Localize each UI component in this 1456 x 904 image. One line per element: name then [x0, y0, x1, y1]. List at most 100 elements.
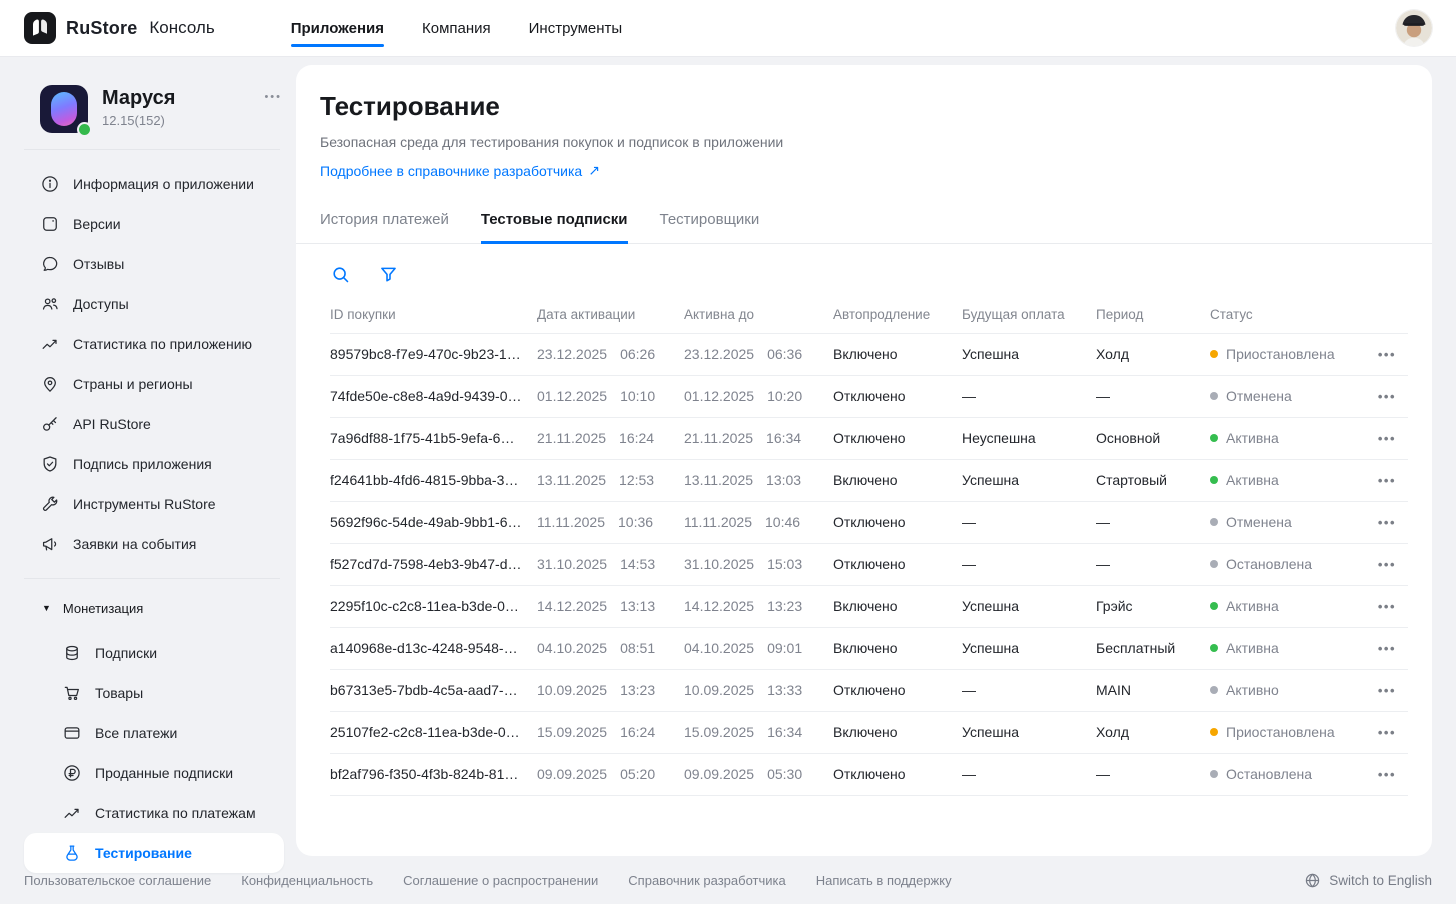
auto-renewal: Включено	[833, 472, 962, 488]
sidebar-item-label: Заявки на события	[73, 536, 196, 552]
table-row[interactable]: f527cd7d-7598-4eb3-9b47-d… 31.10.202514:…	[330, 544, 1408, 586]
sidebar-item-payment-stats[interactable]: Статистика по платежам	[24, 793, 284, 833]
period: Холд	[1096, 346, 1210, 362]
tab[interactable]: Тестировщики	[660, 201, 760, 244]
sidebar-item-access[interactable]: Доступы	[24, 284, 284, 324]
activation-date: 10.09.202513:23	[537, 682, 684, 698]
sidebar-item-label: Инструменты RuStore	[73, 496, 216, 512]
sidebar-item-cart[interactable]: Товары	[24, 673, 284, 713]
sidebar-item-label: Все платежи	[95, 725, 177, 741]
active-until-date: 21.11.202516:34	[684, 430, 833, 446]
sidebar-item-ruble[interactable]: Проданные подписки	[24, 753, 284, 793]
activation-date: 31.10.202514:53	[537, 556, 684, 572]
sidebar-item-subscriptions[interactable]: Подписки	[24, 633, 284, 673]
row-actions-button[interactable]: •••	[1376, 553, 1398, 576]
monetization-section-toggle[interactable]: ▼ Монетизация	[24, 589, 284, 627]
table-row[interactable]: a140968e-d13c-4248-9548-… 04.10.202508:5…	[330, 628, 1408, 670]
table-row[interactable]: 74fde50e-c8e8-4a9d-9439-0… 01.12.202510:…	[330, 376, 1408, 418]
sidebar-item-shield-check[interactable]: Подпись приложения	[24, 444, 284, 484]
sidebar-item-wrench[interactable]: Инструменты RuStore	[24, 484, 284, 524]
activation-date: 23.12.202506:26	[537, 346, 684, 362]
sidebar-item-key[interactable]: API RuStore	[24, 404, 284, 444]
row-actions-button[interactable]: •••	[1376, 595, 1398, 618]
table-row[interactable]: 5692f96c-54de-49ab-9bb1-6… 11.11.202510:…	[330, 502, 1408, 544]
row-actions-button[interactable]: •••	[1376, 679, 1398, 702]
status-dot	[1210, 392, 1218, 400]
table-row[interactable]: 25107fe2-c2c8-11ea-b3de-0… 15.09.202516:…	[330, 712, 1408, 754]
future-payment: Неуспешна	[962, 430, 1096, 446]
status-label: Отменена	[1226, 388, 1292, 404]
brand-suffix: Консоль	[149, 18, 214, 38]
table-row[interactable]: 2295f10c-c2c8-11ea-b3de-0… 14.12.202513:…	[330, 586, 1408, 628]
footer-link[interactable]: Справочник разработчика	[628, 873, 785, 888]
top-nav-item[interactable]: Инструменты	[529, 0, 623, 56]
row-actions-button[interactable]: •••	[1376, 427, 1398, 450]
tab[interactable]: Тестовые подписки	[481, 201, 628, 244]
tab[interactable]: История платежей	[320, 201, 449, 244]
purchase-id: f24641bb-4fd6-4815-9bba-3…	[330, 472, 537, 488]
external-link-arrow-icon: ↗	[588, 162, 600, 179]
sidebar-item-app-stats[interactable]: Статистика по приложению	[24, 324, 284, 364]
footer-link[interactable]: Пользовательское соглашение	[24, 873, 211, 888]
payments-icon	[62, 723, 82, 743]
top-nav-item[interactable]: Приложения	[291, 0, 384, 56]
footer-link[interactable]: Написать в поддержку	[816, 873, 952, 888]
row-actions-button[interactable]: •••	[1376, 385, 1398, 408]
sidebar-item-flask[interactable]: Тестирование	[24, 833, 284, 873]
column-header: Будущая оплата	[962, 307, 1096, 322]
activation-date: 09.09.202505:20	[537, 766, 684, 782]
app-stats-icon	[40, 334, 60, 354]
status-badge: Отменена	[1210, 514, 1368, 530]
row-actions-button[interactable]: •••	[1376, 511, 1398, 534]
future-payment: Успешна	[962, 724, 1096, 740]
row-actions-button[interactable]: •••	[1376, 469, 1398, 492]
reviews-icon	[40, 254, 60, 274]
sidebar-item-versions[interactable]: Версии	[24, 204, 284, 244]
future-payment: Успешна	[962, 346, 1096, 362]
table-row[interactable]: 7a96df88-1f75-41b5-9efa-6… 21.11.202516:…	[330, 418, 1408, 460]
future-payment: —	[962, 388, 1096, 404]
row-actions-button[interactable]: •••	[1376, 721, 1398, 744]
search-button[interactable]	[330, 264, 352, 286]
top-nav-item[interactable]: Компания	[422, 0, 491, 56]
status-label: Приостановлена	[1226, 346, 1335, 362]
key-icon	[40, 414, 60, 434]
active-until-date: 04.10.202509:01	[684, 640, 833, 656]
row-actions-button[interactable]: •••	[1376, 343, 1398, 366]
sidebar-item-reviews[interactable]: Отзывы	[24, 244, 284, 284]
sidebar-item-info[interactable]: Информация о приложении	[24, 164, 284, 204]
language-switch[interactable]: Switch to English	[1304, 872, 1432, 889]
table-row[interactable]: 89579bc8-f7e9-470c-9b23-1… 23.12.202506:…	[330, 334, 1408, 376]
row-actions-button[interactable]: •••	[1376, 763, 1398, 786]
period: Бесплатный	[1096, 640, 1210, 656]
collapse-triangle-icon: ▼	[42, 603, 51, 613]
app-name: Маруся	[102, 85, 175, 110]
rustore-logo[interactable]: RuStore Консоль	[24, 12, 215, 44]
sidebar-item-location[interactable]: Страны и регионы	[24, 364, 284, 404]
table-row[interactable]: f24641bb-4fd6-4815-9bba-3… 13.11.202512:…	[330, 460, 1408, 502]
table-row[interactable]: b67313e5-7bdb-4c5a-aad7-… 10.09.202513:2…	[330, 670, 1408, 712]
user-avatar[interactable]	[1396, 10, 1432, 46]
developer-docs-link[interactable]: Подробнее в справочнике разработчика ↗	[320, 162, 600, 179]
column-header: Дата активации	[537, 307, 684, 322]
sidebar-item-megaphone[interactable]: Заявки на события	[24, 524, 284, 564]
status-label: Остановлена	[1226, 556, 1312, 572]
activation-date: 21.11.202516:24	[537, 430, 684, 446]
filter-button[interactable]	[378, 264, 400, 286]
footer-link[interactable]: Соглашение о распространении	[403, 873, 598, 888]
table-toolbar	[330, 264, 1398, 286]
table-row[interactable]: bf2af796-f350-4f3b-824b-81… 09.09.202505…	[330, 754, 1408, 796]
row-actions-button[interactable]: •••	[1376, 637, 1398, 660]
divider	[24, 578, 280, 579]
activation-date: 01.12.202510:10	[537, 388, 684, 404]
search-icon	[330, 264, 351, 285]
app-menu-button[interactable]: •••	[264, 85, 284, 103]
footer-link[interactable]: Конфиденциальность	[241, 873, 373, 888]
status-badge: Активна	[1210, 472, 1368, 488]
sidebar-item-payments[interactable]: Все платежи	[24, 713, 284, 753]
sidebar-item-label: Проданные подписки	[95, 765, 233, 781]
rustore-logo-icon	[24, 12, 56, 44]
subscriptions-table: ID покупкиДата активацииАктивна доАвтопр…	[330, 296, 1408, 796]
active-until-date: 10.09.202513:33	[684, 682, 833, 698]
sidebar-item-label: Версии	[73, 216, 121, 232]
